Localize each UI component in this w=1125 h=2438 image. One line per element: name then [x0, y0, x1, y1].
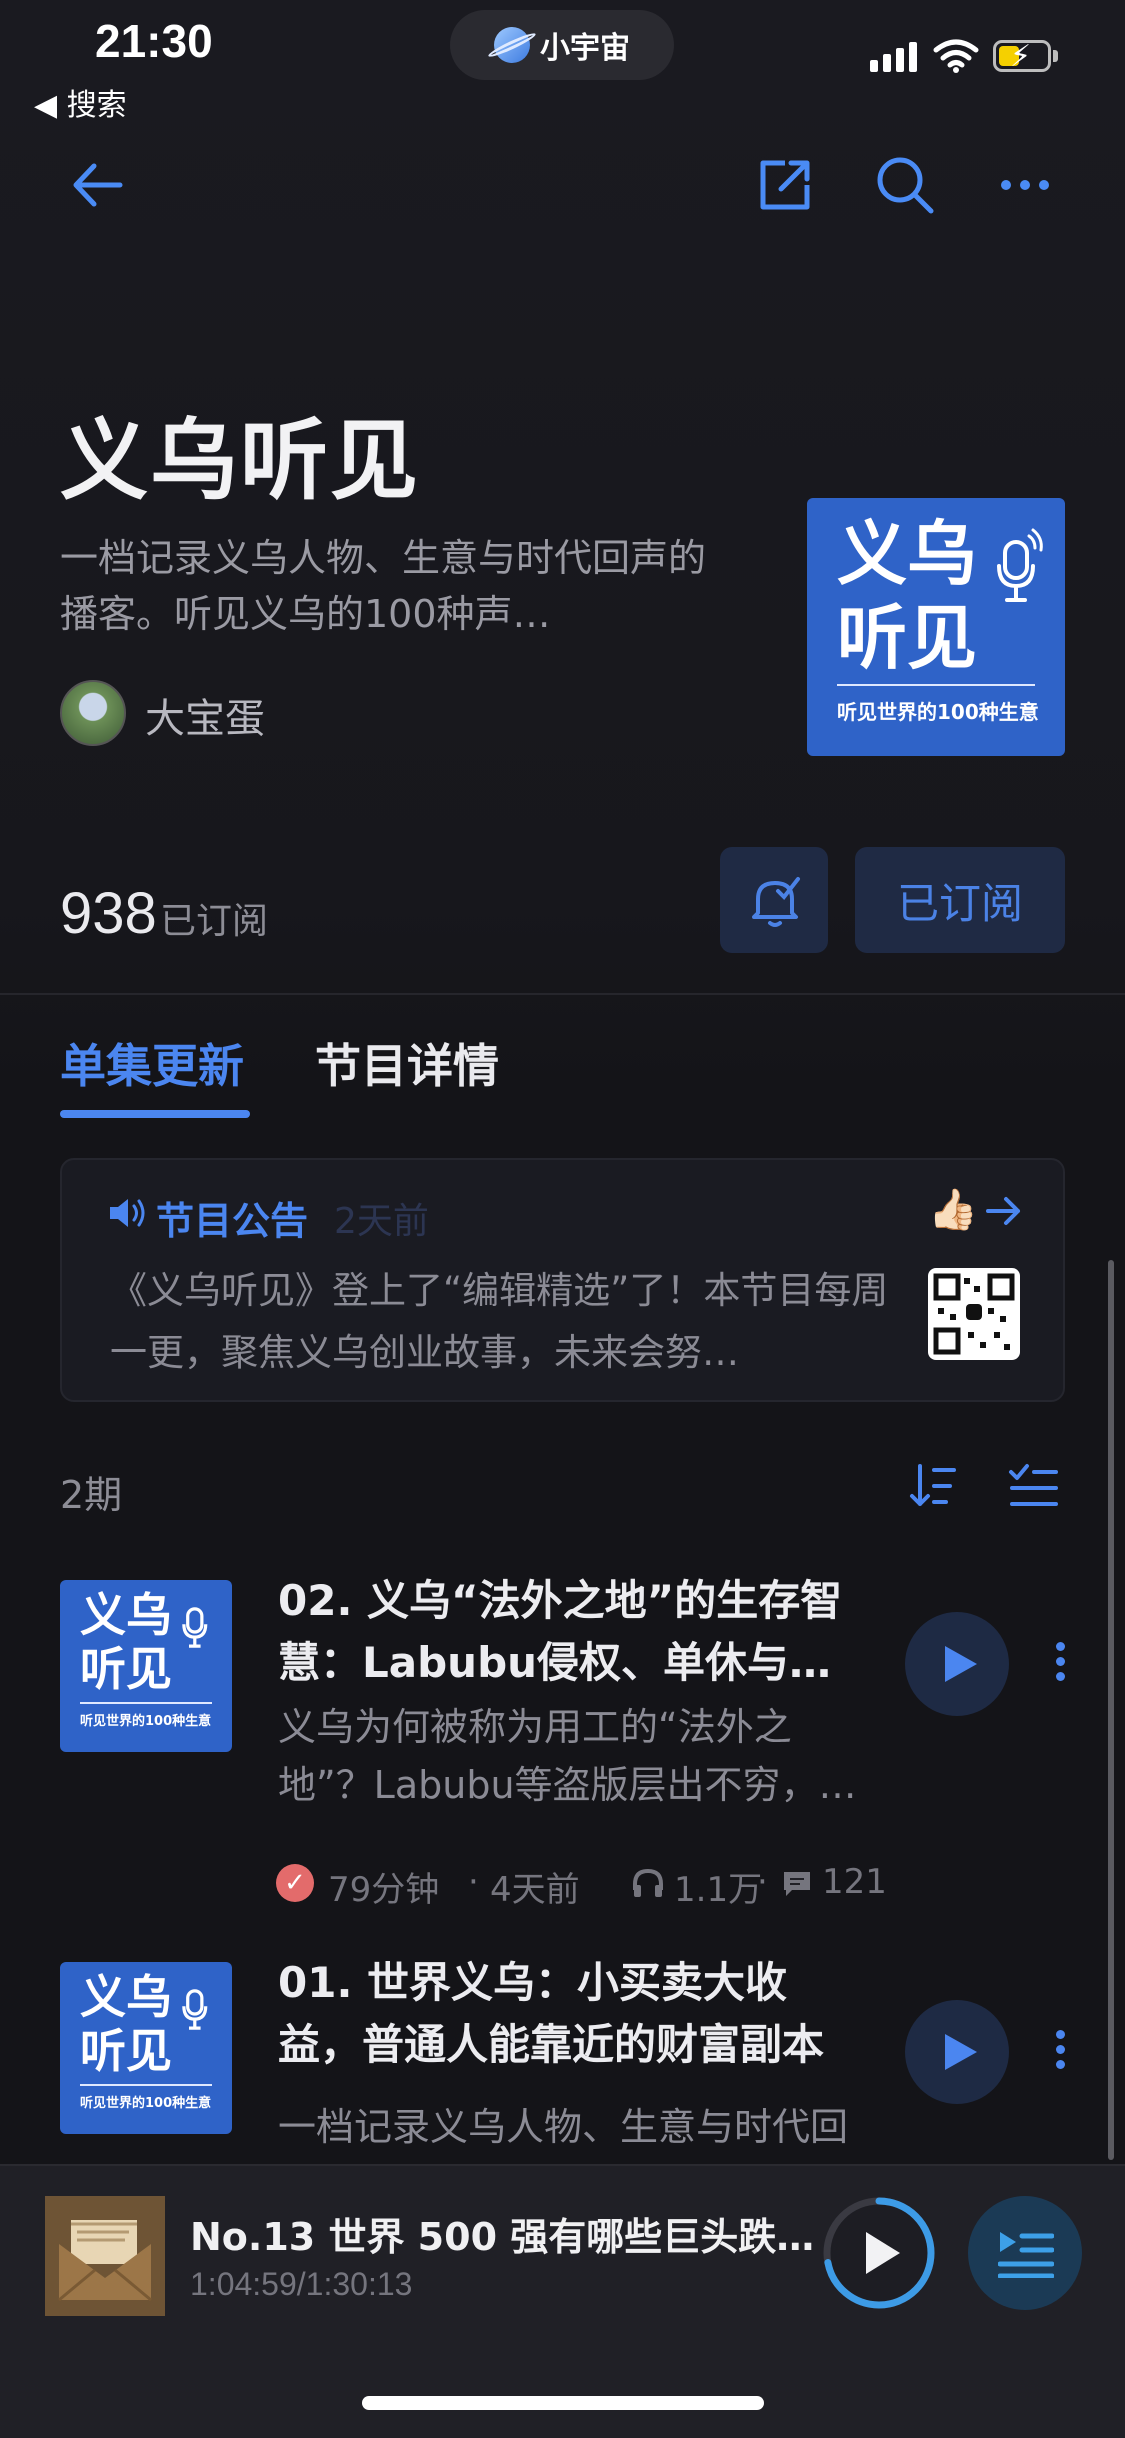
episode-item[interactable]: 义乌 听见 听见世界的100种生意 02. 义乌“法外之地”的生存智慧：Labu…	[0, 1576, 1100, 1920]
subscriber-count: 938	[60, 881, 157, 946]
cover-title-line2: 听见	[837, 597, 977, 679]
author-avatar[interactable]	[60, 680, 126, 746]
episode-play-button[interactable]	[905, 1612, 1009, 1716]
playlist-icon	[998, 2232, 1054, 2278]
now-playing-title: No.13 世界 500 强有哪些巨头跌…	[190, 2215, 815, 2259]
announcement-card[interactable]: 节目公告 2天前 👍🏻 《义乌听见》登上了“编辑精选”了！本节目每周一更，聚焦义…	[60, 1158, 1065, 1402]
tab-details[interactable]: 节目详情	[315, 1030, 499, 1096]
cover-title-line1: 义乌	[80, 1970, 172, 2024]
episode-date: 4天前	[490, 1870, 580, 1910]
cover-subtitle: 听见世界的100种生意	[837, 700, 1039, 724]
episode-plays: 1.1万	[674, 1870, 763, 1910]
cover-divider	[80, 1702, 212, 1704]
battery-icon: ⚡	[993, 39, 1051, 74]
back-to-search-link[interactable]: ◀ 搜索	[34, 80, 127, 124]
share-icon[interactable]	[755, 155, 815, 215]
episode-more-icon[interactable]	[1056, 2024, 1065, 2075]
microphone-icon	[997, 528, 1043, 602]
home-indicator[interactable]	[362, 2396, 764, 2410]
episode-title: 01. 世界义乌：小买卖大收益，普通人能靠近的财富副本	[278, 1958, 825, 2069]
arrow-right-icon[interactable]	[986, 1196, 1022, 1226]
cover-subtitle: 听见世界的100种生意	[80, 1714, 212, 1729]
speaker-icon	[110, 1199, 145, 1227]
episode-duration: 79分钟	[328, 1870, 440, 1910]
play-icon	[945, 2034, 977, 2070]
bell-check-icon	[752, 877, 800, 927]
play-icon	[945, 1646, 977, 1682]
episode-count: 2期	[60, 1473, 123, 1517]
battery-tip	[1053, 50, 1058, 62]
announcement-time: 2天前	[334, 1201, 429, 1242]
sort-icon[interactable]	[908, 1462, 958, 1510]
qr-code[interactable]	[928, 1268, 1020, 1360]
section-divider	[0, 993, 1125, 995]
wifi-icon	[933, 39, 979, 73]
meta-dot: ·	[468, 1862, 479, 1902]
microphone-icon	[182, 1607, 208, 1648]
episode-more-icon[interactable]	[1056, 1636, 1065, 1687]
player-play-button[interactable]	[820, 2194, 938, 2312]
cover-divider	[837, 684, 1035, 686]
episode-comments: 121	[822, 1862, 887, 1902]
more-icon[interactable]	[1000, 178, 1050, 192]
episode-cover: 义乌 听见 听见世界的100种生意	[60, 1580, 232, 1752]
cover-title-line1: 义乌	[80, 1588, 172, 1642]
episode-cover: 义乌 听见 听见世界的100种生意	[60, 1962, 232, 2134]
episode-description: 一档记录义乌人物、生意与时代回	[278, 2105, 849, 2149]
thumbs-up-icon: 👍🏻	[928, 1187, 978, 1233]
cover-divider	[80, 2084, 212, 2086]
now-playing-time: 1:04:59/1:30:13	[190, 2266, 413, 2302]
headphones-icon	[633, 1868, 663, 1897]
subscribed-button[interactable]: 已订阅	[855, 847, 1065, 953]
tab-episodes[interactable]: 单集更新	[60, 1030, 244, 1096]
tab-active-indicator	[60, 1110, 250, 1118]
announcement-title: 节目公告	[156, 1199, 309, 1243]
author-name[interactable]: 大宝蛋	[145, 686, 265, 744]
meta-dot: ·	[757, 1862, 768, 1902]
episode-play-button[interactable]	[905, 2000, 1009, 2104]
island-label: 小宇宙	[540, 31, 630, 66]
status-time: 21:30	[95, 15, 213, 67]
search-icon[interactable]	[873, 153, 937, 217]
notification-bell-button[interactable]	[720, 847, 828, 953]
playlist-button[interactable]	[968, 2196, 1082, 2310]
multi-select-icon[interactable]	[1008, 1462, 1060, 1510]
played-check-icon: ✓	[276, 1864, 314, 1902]
now-playing-cover[interactable]	[45, 2196, 165, 2316]
arrow-left-icon[interactable]	[70, 160, 124, 210]
microphone-icon	[182, 1989, 208, 2030]
envelope-icon	[45, 2196, 165, 2316]
episode-title: 02. 义乌“法外之地”的生存智慧：Labubu侵权、单休与…	[278, 1576, 843, 1687]
episode-description: 义乌为何被称为用工的“法外之地”？Labubu等盗版层出不穷，…	[278, 1705, 857, 1807]
episode-item[interactable]: 义乌 听见 听见世界的100种生意 01. 世界义乌：小买卖大收益，普通人能靠近…	[0, 1958, 1100, 2162]
comment-icon	[784, 1872, 810, 1896]
announcement-body: 《义乌听见》登上了“编辑精选”了！本节目每周一更，聚焦义乌创业故事，未来会努…	[110, 1269, 889, 1374]
dynamic-island: 小宇宙	[450, 10, 674, 80]
podcast-title: 义乌听见	[60, 409, 421, 512]
signal-icon	[870, 42, 917, 72]
cover-subtitle: 听见世界的100种生意	[80, 2096, 212, 2111]
podcast-cover[interactable]: 义乌 听见 听见世界的100种生意	[807, 498, 1065, 756]
cover-title-line1: 义乌	[837, 513, 977, 595]
scrollbar[interactable]	[1108, 1260, 1114, 2160]
cover-title-line2: 听见	[80, 1642, 172, 1696]
podcast-page: 21:30 ◀ 搜索 小宇宙 ⚡ 义乌听见 一档记录义乌人物、生意与时代回声的播…	[0, 0, 1125, 2438]
planet-icon	[494, 27, 530, 63]
podcast-description[interactable]: 一档记录义乌人物、生意与时代回声的播客。听见义乌的100种声…	[60, 530, 720, 642]
subscriber-label: 已订阅	[160, 901, 269, 942]
cover-title-line2: 听见	[80, 2024, 172, 2078]
